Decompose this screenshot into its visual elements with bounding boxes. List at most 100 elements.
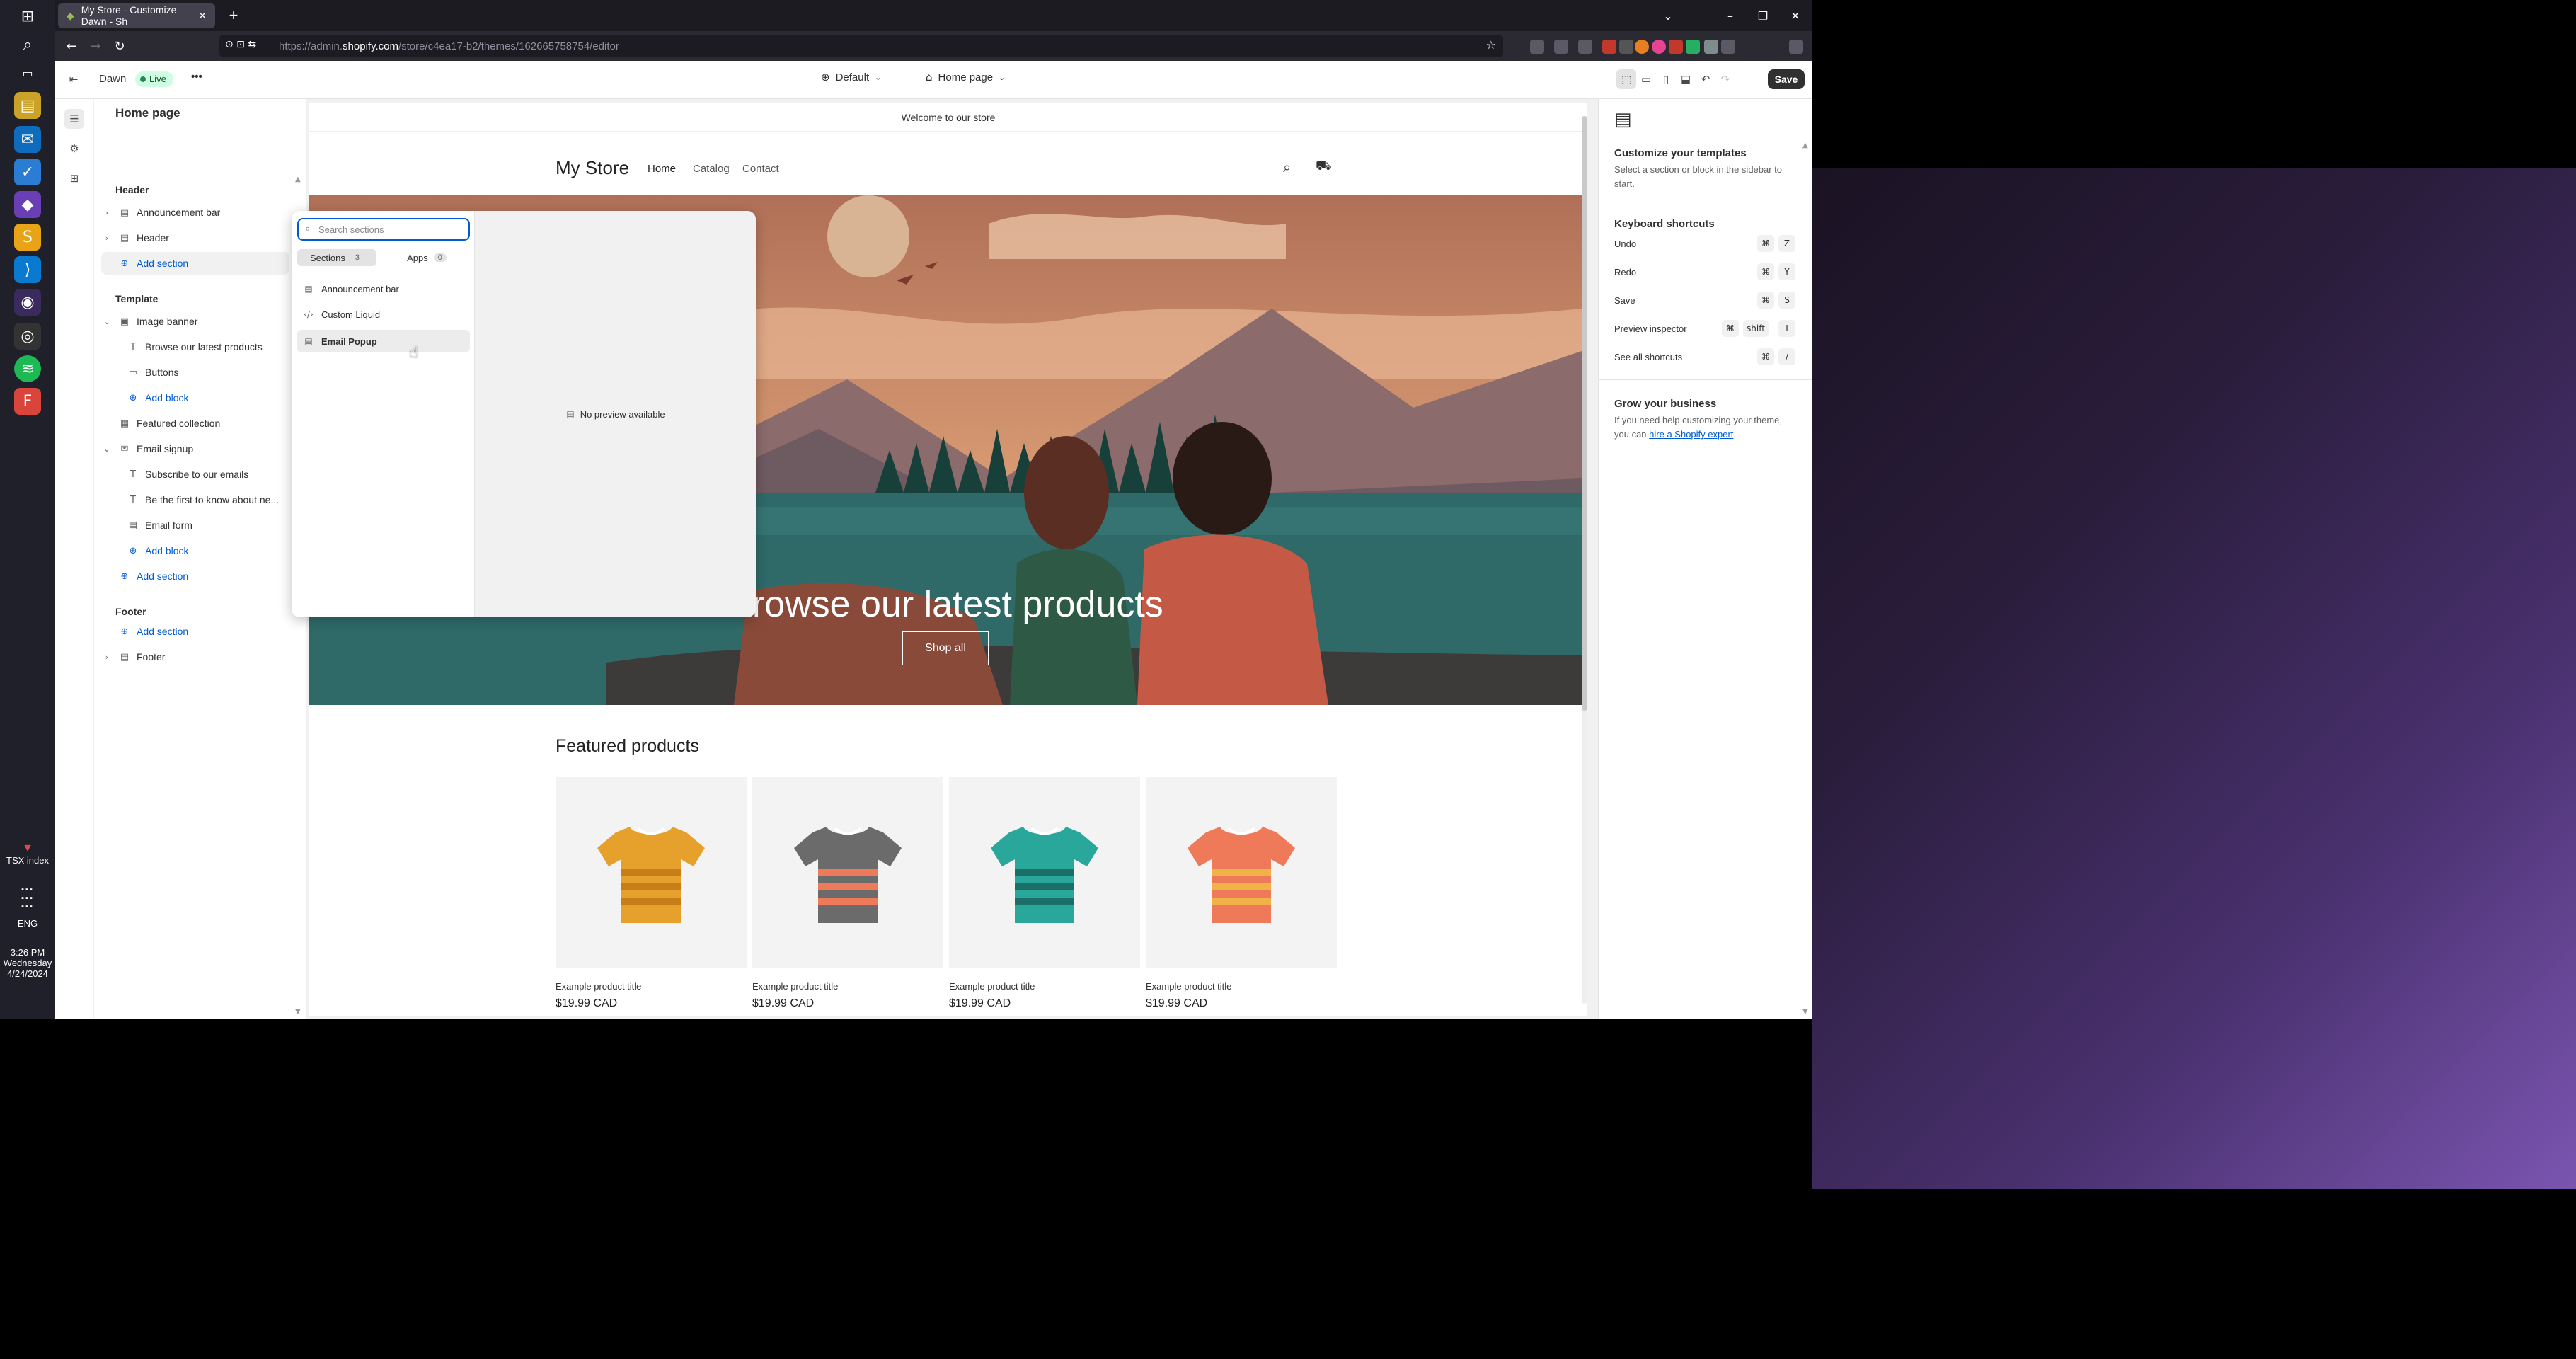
theme-settings-gear-icon[interactable]: ⚙	[64, 139, 84, 159]
desktop-view-icon[interactable]: ▭	[1636, 69, 1656, 89]
section-header[interactable]: › ▤ Header	[101, 226, 169, 249]
section-featured-collection[interactable]: ▦ Featured collection	[101, 412, 220, 435]
image-banner-add-block-button[interactable]: ⊕ Add block	[127, 386, 189, 409]
announcement-bar[interactable]: Welcome to our store	[309, 103, 1587, 132]
shop-all-button[interactable]: Shop all	[902, 631, 989, 665]
sublime-icon[interactable]: S	[14, 224, 41, 251]
preview-scrollbar[interactable]	[1582, 116, 1587, 1004]
tab-list-icon[interactable]: ⌄	[1652, 0, 1684, 31]
product-image[interactable]	[556, 777, 747, 968]
picker-item-announcement-bar[interactable]: ▤ Announcement bar	[297, 277, 470, 300]
tab-sections[interactable]: Sections 3	[297, 249, 376, 266]
stock-widget-icon[interactable]: ▼	[0, 842, 55, 855]
new-tab-button[interactable]: +	[222, 4, 245, 27]
block-email-form[interactable]: ▤ Email form	[127, 514, 192, 537]
browser-tab-active[interactable]: ◆ My Store - Customize Dawn - Sh ✕	[58, 3, 215, 28]
figma-icon[interactable]: F	[14, 388, 41, 415]
app-embeds-icon[interactable]: ⊞	[64, 168, 84, 188]
chevron-right-icon[interactable]: ›	[101, 234, 113, 243]
fullscreen-icon[interactable]: ⬓	[1676, 69, 1696, 89]
extension-icon[interactable]	[1635, 40, 1649, 54]
chevron-down-icon[interactable]: ⌄	[101, 317, 113, 326]
bookmark-star-icon[interactable]: ☆	[1486, 38, 1496, 52]
panel-scroll-down-icon[interactable]: ▼	[1802, 1008, 1808, 1016]
tab-close-icon[interactable]: ✕	[198, 10, 207, 22]
block-subscribe[interactable]: T Subscribe to our emails	[127, 463, 248, 486]
app-icon-purple[interactable]: ◆	[14, 191, 41, 218]
nav-contact[interactable]: Contact	[742, 163, 779, 175]
language-indicator[interactable]: ENG	[0, 918, 55, 929]
section-image-banner[interactable]: ⌄ ▣ Image banner	[101, 310, 197, 333]
section-footer[interactable]: › ▤ Footer	[101, 646, 166, 668]
firefox-icon[interactable]: ◉	[14, 289, 41, 316]
chevron-right-icon[interactable]: ›	[101, 208, 113, 217]
search-sections-input[interactable]: ⌕ Search sections	[297, 218, 470, 241]
product-card[interactable]: Example product title $19.99 CAD	[556, 777, 747, 1010]
product-card[interactable]: Example product title $19.99 CAD	[752, 777, 943, 1010]
extension-icon[interactable]	[1686, 40, 1700, 54]
extension-icon[interactable]	[1652, 40, 1666, 54]
menu-icon[interactable]	[1789, 40, 1803, 54]
hire-expert-link[interactable]: hire a Shopify expert	[1649, 429, 1733, 440]
cart-icon[interactable]: ⛟	[1316, 159, 1332, 176]
preview-scroll-thumb[interactable]	[1582, 116, 1587, 711]
exit-icon[interactable]: ⇤	[64, 69, 84, 89]
product-card[interactable]: Example product title $19.99 CAD	[1146, 777, 1337, 1010]
task-view-icon[interactable]: ▭	[14, 59, 41, 86]
tab-apps[interactable]: Apps 0	[384, 249, 470, 266]
email-add-block-button[interactable]: ⊕ Add block	[127, 539, 189, 562]
search-icon[interactable]: ⌕	[14, 31, 41, 58]
nav-catalog[interactable]: Catalog	[693, 163, 730, 175]
product-image[interactable]	[752, 777, 943, 968]
product-title[interactable]: Example product title	[556, 981, 747, 992]
site-info-icon[interactable]: ⊙ ⊡ ⇆	[225, 39, 256, 50]
inspector-icon[interactable]: ⬚	[1616, 69, 1636, 89]
redo-icon[interactable]: ↷	[1715, 69, 1735, 89]
reload-button[interactable]: ↻	[109, 35, 130, 57]
pocket-icon[interactable]	[1530, 40, 1544, 54]
minimize-button[interactable]: –	[1714, 0, 1747, 31]
address-bar[interactable]: ⊙ ⊡ ⇆ https://admin. shopify.com/store/c4…	[219, 35, 1503, 57]
footer-add-section-button[interactable]: ⊕ Add section	[101, 620, 189, 643]
todo-icon[interactable]: ✓	[14, 159, 41, 185]
product-title[interactable]: Example product title	[752, 981, 943, 992]
forward-button[interactable]: →	[85, 35, 106, 57]
spotify-icon[interactable]: ≋	[14, 355, 41, 382]
section-email-signup[interactable]: ⌄ ✉ Email signup	[101, 437, 193, 460]
extension-icon[interactable]	[1578, 40, 1592, 54]
extension-icon[interactable]	[1669, 40, 1683, 54]
store-logo[interactable]: My Store	[556, 157, 629, 179]
search-icon[interactable]: ⌕	[1283, 159, 1291, 176]
product-image[interactable]	[1146, 777, 1337, 968]
picker-item-custom-liquid[interactable]: ‹/› Custom Liquid	[297, 303, 470, 326]
mobile-view-icon[interactable]: ▯	[1656, 69, 1676, 89]
panel-scroll-up-icon[interactable]: ▲	[1802, 142, 1808, 149]
block-buttons[interactable]: ▭ Buttons	[127, 361, 179, 384]
windows-start-icon[interactable]: ⊞	[14, 3, 41, 30]
default-dropdown[interactable]: ⊕ Default ⌄	[821, 71, 881, 84]
back-button[interactable]: ←	[61, 35, 82, 57]
close-window-button[interactable]: ✕	[1779, 0, 1812, 31]
extension-icon[interactable]	[1704, 40, 1718, 54]
stock-widget-label[interactable]: TSX index	[0, 855, 55, 866]
file-explorer-icon[interactable]: ▤	[14, 92, 41, 119]
extension-icon[interactable]	[1554, 40, 1568, 54]
restore-button[interactable]: ❐	[1747, 0, 1779, 31]
outlook-icon[interactable]: ✉	[14, 126, 41, 153]
save-button[interactable]: Save	[1768, 69, 1805, 89]
product-card[interactable]: Example product title $19.99 CAD	[949, 777, 1140, 1010]
tray-icons[interactable]: ▪▪▪ ▪▪▪ ▪▪▪	[0, 885, 55, 911]
product-title[interactable]: Example product title	[1146, 981, 1337, 992]
chevron-down-icon[interactable]: ⌄	[101, 445, 113, 454]
github-desktop-icon[interactable]: ◎	[14, 323, 41, 350]
undo-icon[interactable]: ↶	[1696, 69, 1715, 89]
clock-time[interactable]: 3:26 PM	[0, 947, 55, 958]
page-dropdown[interactable]: ⌂ Home page ⌄	[926, 71, 1005, 84]
chevron-right-icon[interactable]: ›	[101, 653, 113, 662]
nav-home[interactable]: Home	[648, 163, 676, 175]
block-be-first[interactable]: T Be the first to know about ne...	[127, 488, 279, 511]
featured-products-heading[interactable]: Featured products	[556, 736, 699, 757]
extension-icon[interactable]	[1619, 40, 1633, 54]
section-announcement-bar[interactable]: › ▤ Announcement bar	[101, 201, 221, 224]
sections-icon[interactable]: ☰	[64, 109, 84, 129]
